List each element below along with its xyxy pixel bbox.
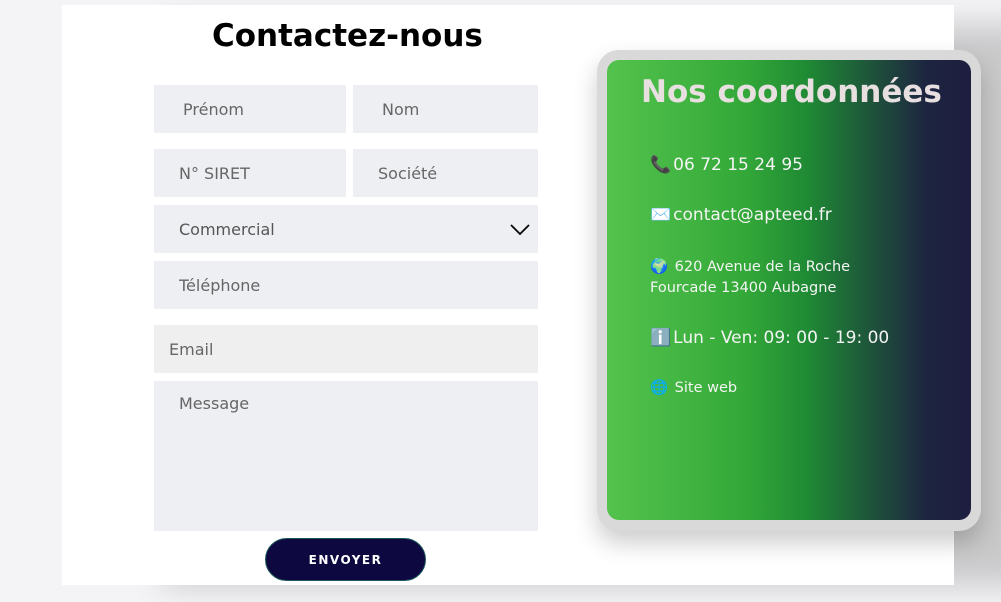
email-address: contact@apteed.fr: [673, 205, 832, 225]
address-block: 🌍 620 Avenue de la Roche Fourcade 13400 …: [650, 257, 850, 299]
chevron-down-icon: [510, 224, 530, 236]
phone-input[interactable]: [154, 261, 538, 309]
contact-info-panel: Nos coordonnées 📞 06 72 15 24 95 ✉️ contac…: [607, 60, 971, 520]
last-name-input[interactable]: [353, 85, 538, 133]
envelope-icon: ✉️: [650, 205, 672, 225]
siret-input[interactable]: [154, 149, 346, 197]
subject-select-value: Commercial: [179, 219, 275, 239]
world-icon: 🌐: [650, 380, 669, 396]
hours-line: ℹ️ Lun - Ven: 09: 00 - 19: 00: [650, 328, 889, 348]
phone-line: 📞 06 72 15 24 95: [650, 155, 803, 175]
address-line-1: 620 Avenue de la Roche: [674, 259, 851, 275]
globe-icon: 🌍: [650, 259, 669, 275]
company-input[interactable]: [353, 149, 538, 197]
form-title: Contactez-nous: [212, 18, 483, 54]
first-name-input[interactable]: [154, 85, 346, 133]
message-textarea[interactable]: [154, 381, 538, 531]
opening-hours: Lun - Ven: 09: 00 - 19: 00: [673, 328, 890, 348]
subject-select[interactable]: Commercial: [154, 205, 538, 253]
phone-icon: 📞: [650, 155, 672, 175]
contact-panel-title: Nos coordonnées: [641, 74, 942, 110]
email-line: ✉️ contact@apteed.fr: [650, 205, 832, 225]
address-line-2: Fourcade 13400 Aubagne: [650, 280, 837, 296]
submit-button[interactable]: ENVOYER: [265, 538, 426, 581]
website-link[interactable]: 🌐 Site web: [650, 378, 737, 399]
info-icon: ℹ️: [650, 328, 672, 348]
website-label[interactable]: Site web: [675, 380, 737, 396]
phone-number: 06 72 15 24 95: [673, 155, 803, 175]
email-input[interactable]: [154, 325, 538, 373]
